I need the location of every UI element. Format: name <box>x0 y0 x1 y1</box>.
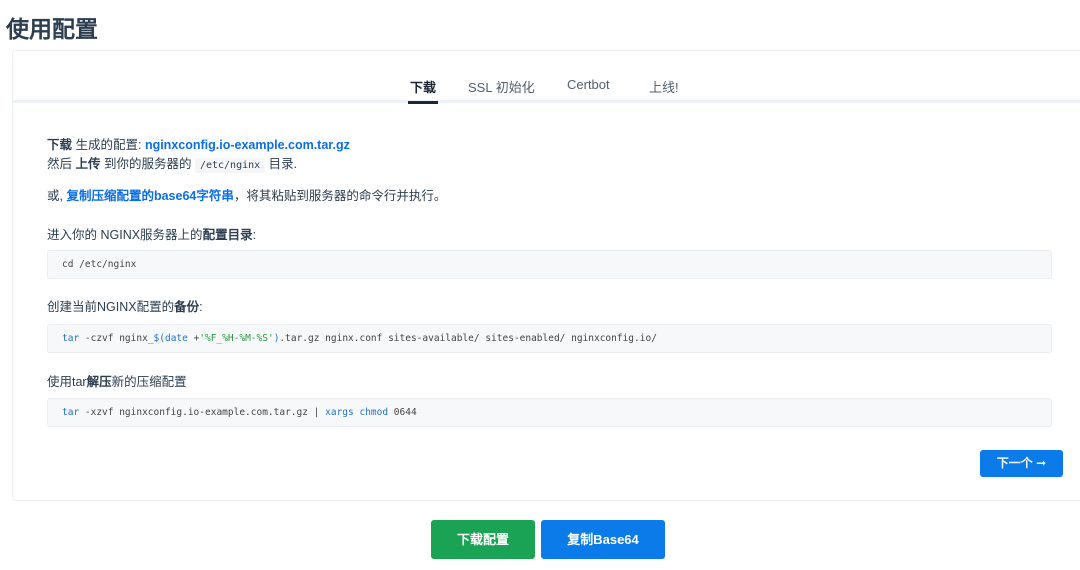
paste-instructions-text: ，将其粘贴到服务器的命令行并执行。 <box>233 189 447 203</box>
config-archive-link[interactable]: nginxconfig.io-example.com.tar.gz <box>145 138 350 152</box>
next-button[interactable]: 下一个 ➞ <box>980 450 1063 477</box>
download-line: 下载 生成的配置: nginxconfig.io-example.com.tar… <box>47 137 350 154</box>
date-format-string: '%F_%H-%M-%S' <box>199 333 274 344</box>
step2-colon: : <box>199 300 203 314</box>
download-config-button[interactable]: 下载配置 <box>431 520 535 559</box>
backup-command-block[interactable]: tar -czvf nginx_$(date +'%F_%H-%M-%S').t… <box>47 324 1052 353</box>
copy-base64-button[interactable]: 复制Base64 <box>541 520 665 559</box>
xargs-keyword: xargs <box>325 407 354 418</box>
step2-text: 创建当前NGINX配置的 <box>47 300 175 314</box>
step1-colon: : <box>252 228 257 242</box>
step1-label: 进入你的 NGINX服务器上的配置目录: <box>47 227 256 244</box>
or-text: 或, <box>47 189 67 203</box>
tab-ssl-init[interactable]: SSL 初始化 <box>468 77 535 96</box>
tab-bar: 下载 SSL 初始化 Certbot 上线! <box>13 51 1080 104</box>
generated-config-text: 生成的配置: <box>72 138 145 152</box>
tar-keyword: tar <box>62 407 80 418</box>
step1-text: 进入你的 NGINX服务器上的 <box>47 228 203 242</box>
page-title: 使用配置 <box>6 16 98 42</box>
step3-post: 新的压缩配置 <box>111 375 187 389</box>
tab-download[interactable]: 下载 <box>407 77 439 104</box>
step3-text: 使用tar <box>47 375 87 389</box>
subshell-open: $( <box>153 333 165 344</box>
step1-bold: 配置目录 <box>202 228 253 242</box>
step2-label: 创建当前NGINX配置的备份: <box>47 299 203 316</box>
base64-line: 或, 复制压缩配置的base64字符串，将其粘贴到服务器的命令行并执行。 <box>47 188 446 205</box>
copy-base64-link[interactable]: 复制压缩配置的base64字符串 <box>66 189 233 203</box>
to-server-text: 到你的服务器的 <box>100 157 195 171</box>
step3-label: 使用tar解压新的压缩配置 <box>47 374 187 391</box>
nginx-dir-code: /etc/nginx <box>194 158 266 173</box>
tar-args: -czvf nginx_ <box>79 333 154 344</box>
upload-line: 然后 上传 到你的服务器的 /etc/nginx 目录. <box>47 156 297 174</box>
extract-command-block[interactable]: tar -xzvf nginxconfig.io-example.com.tar… <box>47 398 1052 427</box>
cd-command: cd /etc/nginx <box>62 259 137 270</box>
step3-bold: 解压 <box>86 375 112 389</box>
step2-bold: 备份 <box>174 300 200 314</box>
then-text: 然后 <box>47 157 76 171</box>
extract-args: -xzvf nginxconfig.io-example.com.tar.gz … <box>79 407 326 418</box>
directory-text: 目录. <box>265 157 298 171</box>
download-label: 下载 <box>47 138 73 152</box>
chmod-mode: 0644 <box>388 407 417 418</box>
date-keyword: date <box>164 333 188 344</box>
backup-targets: .tar.gz nginx.conf sites-available/ site… <box>279 333 657 344</box>
chmod-keyword: chmod <box>359 407 389 418</box>
tar-keyword: tar <box>62 333 80 344</box>
tab-certbot[interactable]: Certbot <box>567 77 610 92</box>
tab-go-live[interactable]: 上线! <box>649 77 679 96</box>
upload-label: 上传 <box>75 157 101 171</box>
config-card: 下载 SSL 初始化 Certbot 上线! 下载 生成的配置: nginxco… <box>12 50 1080 501</box>
date-args: + <box>187 333 200 344</box>
cd-command-block[interactable]: cd /etc/nginx <box>47 250 1052 279</box>
